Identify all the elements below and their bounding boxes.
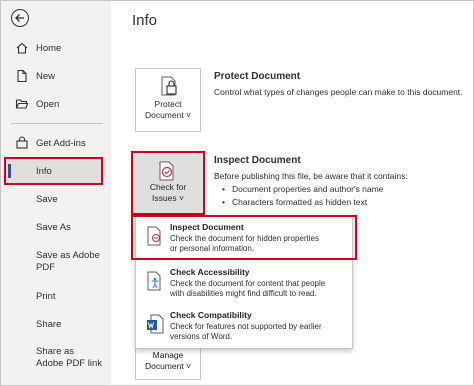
- inspect-document-heading: Inspect Document: [214, 155, 301, 166]
- protect-document-button[interactable]: Protect Document ˅: [135, 68, 201, 132]
- menu-item-check-accessibility[interactable]: Check Accessibility Check the document f…: [136, 263, 352, 303]
- sidebar-item-info[interactable]: Info: [4, 157, 103, 185]
- home-icon: [16, 42, 28, 54]
- sidebar-item-label: Print: [36, 290, 56, 302]
- new-document-icon: [17, 69, 27, 83]
- inspect-document-icon: [159, 161, 174, 181]
- selected-indicator: [8, 164, 11, 178]
- page-title: Info: [132, 12, 158, 29]
- sidebar-item-label: Save as Adobe PDF: [36, 250, 100, 273]
- sidebar-item-label: New: [36, 70, 56, 82]
- sidebar-item-label: Home: [36, 42, 62, 54]
- button-label: Check for: [149, 182, 187, 192]
- highlight-box: [131, 215, 357, 260]
- sidebar-item-label: Save: [36, 193, 58, 205]
- sidebar-item-new[interactable]: New: [1, 64, 111, 88]
- store-icon: [16, 136, 28, 149]
- sidebar-item-share[interactable]: Share: [1, 312, 111, 336]
- sidebar-item-label: Get Add-ins: [36, 137, 86, 149]
- menu-item-description: Check for features not supported by earl…: [170, 322, 322, 331]
- sidebar-item-home[interactable]: Home: [1, 36, 111, 60]
- bullet-marker: •: [222, 184, 225, 194]
- menu-item-title: Check Accessibility: [170, 267, 250, 277]
- button-label: Issues ˅: [152, 193, 184, 203]
- accessibility-icon: [147, 271, 161, 291]
- button-label: Document ˅: [144, 110, 192, 120]
- button-label: Manage: [152, 350, 184, 360]
- sidebar-item-print[interactable]: Print: [1, 284, 111, 308]
- protect-document-heading: Protect Document: [214, 71, 301, 82]
- menu-item-description: Check the document for content that peop…: [170, 279, 326, 288]
- menu-item-description: versions of Word.: [170, 332, 233, 341]
- sidebar-item-label: Open: [36, 98, 60, 110]
- sidebar-item-get-add-ins[interactable]: Get Add-ins: [1, 131, 111, 155]
- sidebar-item-save-as-adobe-pdf[interactable]: Save as Adobe PDF: [1, 250, 100, 286]
- inspect-bullet-item: Document properties and author's name: [232, 184, 384, 194]
- check-for-issues-button[interactable]: Check for Issues ˅: [131, 151, 205, 215]
- sidebar-item-share-as-adobe-pdf-link[interactable]: Share as Adobe PDF link: [1, 346, 103, 382]
- sidebar-divider: [11, 123, 103, 124]
- sidebar-item-save-as[interactable]: Save As: [1, 215, 111, 239]
- inspect-bullet-item: Characters formatted as hidden text: [232, 197, 368, 207]
- folder-open-icon: [15, 99, 29, 109]
- button-label: Document ˅: [144, 361, 192, 371]
- back-arrow-icon[interactable]: [11, 9, 29, 27]
- menu-item-check-compatibility[interactable]: Check Compatibility Check for features n…: [136, 306, 352, 346]
- backstage-sidebar: Home New Open Get Add-ins Info Save Save…: [1, 1, 111, 385]
- sidebar-item-label: Save As: [36, 221, 71, 233]
- bullet-marker: •: [222, 197, 225, 207]
- button-label: Protect: [154, 99, 182, 109]
- menu-item-description: with disabilities might find difficult t…: [170, 289, 317, 298]
- word-compatibility-icon: [147, 314, 164, 334]
- sidebar-item-label: Share as Adobe PDF link: [36, 346, 103, 369]
- sidebar-item-save[interactable]: Save: [1, 187, 111, 211]
- inspect-document-description: Before publishing this file, be aware th…: [214, 171, 408, 181]
- lock-document-icon: [161, 76, 177, 96]
- menu-item-title: Check Compatibility: [170, 310, 252, 320]
- protect-document-description: Control what types of changes people can…: [214, 87, 463, 97]
- sidebar-item-label: Info: [36, 166, 52, 177]
- sidebar-item-label: Share: [36, 318, 62, 330]
- sidebar-item-open[interactable]: Open: [1, 92, 111, 116]
